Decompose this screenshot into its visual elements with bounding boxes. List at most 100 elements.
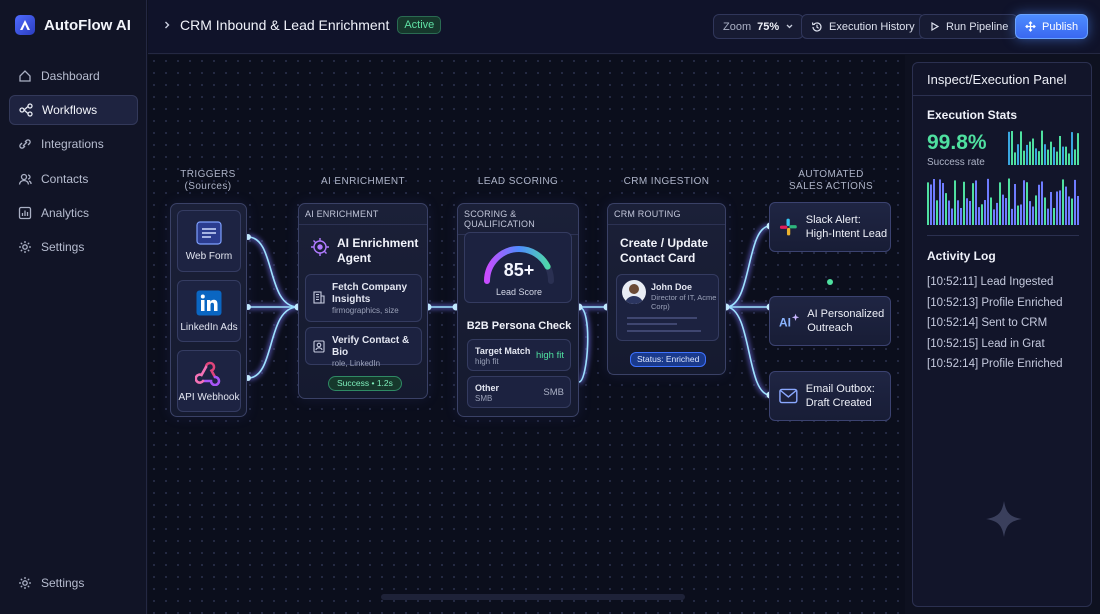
spark-bar [1068, 196, 1070, 225]
persona-row-value: SMB [543, 387, 564, 398]
sidebar-bottom: Settings [9, 568, 138, 602]
persona-row-other[interactable]: Other SMB SMB [467, 376, 571, 408]
sidebar-item-label: Workflows [42, 103, 98, 118]
spark-bar [1047, 149, 1049, 165]
workflow-canvas[interactable]: TRIGGERS (Sources) AI ENRICHMENT LEAD SC… [148, 55, 905, 614]
brand[interactable]: AutoFlow AI [15, 15, 131, 35]
persona-row-value: high fit [536, 350, 564, 361]
top-bar: CRM Inbound & Lead Enrichment Active Zoo… [148, 0, 1100, 54]
persona-row-target-match[interactable]: Target Match high fit high fit [467, 339, 571, 371]
run-pipeline-label: Run Pipeline [946, 20, 1009, 33]
success-rate-value: 99.8% [927, 131, 987, 154]
column-label-actions: AUTOMATED SALES ACTIONS [788, 169, 874, 192]
sidebar-item-label: Dashboard [41, 69, 100, 83]
triggers-node[interactable]: Web Form LinkedIn Ads API Webhook [170, 203, 247, 417]
activity-log-heading: Activity Log [927, 249, 996, 263]
spark-bar [990, 197, 992, 225]
success-rate-label: Success rate [927, 157, 985, 168]
run-pipeline-button[interactable]: Run Pipeline [919, 14, 1019, 39]
log-entry: [10:52:14] Sent to CRM [927, 317, 1048, 330]
trigger-label: LinkedIn Ads [180, 321, 238, 333]
spark-bar [936, 200, 938, 225]
zoom-label: Zoom [723, 20, 752, 33]
avatar [622, 280, 646, 304]
inspect-panel: Inspect/Execution Panel Execution Stats … [912, 62, 1092, 607]
ai-enrichment-node[interactable]: AI ENRICHMENT AI Enrichment Agent Fetch … [298, 203, 428, 399]
gear-icon [19, 240, 31, 253]
spark-bar [993, 209, 995, 225]
sidebar-item-analytics[interactable]: Analytics [9, 198, 138, 228]
spark-bar [1077, 195, 1079, 225]
spark-bar [972, 183, 974, 225]
publish-button[interactable]: Publish [1015, 14, 1089, 39]
spark-bar [939, 179, 941, 225]
spark-bar [1014, 184, 1016, 225]
step-verify-contact[interactable]: Verify Contact & Bio role, LinkedIn [305, 327, 422, 368]
canvas-scrollbar[interactable] [381, 594, 685, 600]
sidebar-item-dashboard[interactable]: Dashboard [9, 61, 138, 91]
spark-bar [963, 181, 965, 225]
trigger-label: Web Form [185, 250, 233, 262]
log-entry: [10:52:11] Lead Ingested [927, 276, 1054, 288]
trigger-label: API Webhook [178, 391, 240, 403]
spark-bar [1029, 141, 1031, 165]
spark-bar [1053, 147, 1055, 165]
action-email-outbox[interactable]: Email Outbox: Draft Created [769, 371, 891, 421]
zoom-select[interactable]: Zoom 75% [713, 14, 805, 39]
trigger-linkedin-ads[interactable]: LinkedIn Ads [177, 280, 241, 342]
spark-bar [954, 180, 956, 225]
action-ai-outreach[interactable]: AI AI Personalized Outreach [769, 296, 891, 346]
action-label: Email Outbox: Draft Created [805, 383, 875, 409]
spark-bar [1068, 153, 1070, 165]
status-badge: Active [397, 16, 442, 34]
spark-bar [951, 208, 953, 225]
sidebar-item-integrations[interactable]: Integrations [9, 129, 138, 159]
play-icon [931, 21, 940, 32]
execution-history-button[interactable]: Execution History [801, 14, 925, 39]
enrichment-title-row: AI Enrichment Agent [309, 236, 419, 266]
sidebar-item-workflows[interactable]: Workflows [9, 95, 138, 126]
contact-card-icon [313, 340, 325, 353]
webhook-icon [195, 361, 221, 386]
workflow-title: CRM Inbound & Lead Enrichment [180, 17, 390, 33]
spark-bar [1077, 133, 1079, 165]
action-label: Slack Alert: High-Intent Lead [805, 214, 888, 240]
sidebar-item-settings-bottom[interactable]: Settings [9, 568, 138, 598]
sidebar-item-settings[interactable]: Settings [9, 232, 138, 262]
spark-bar [1074, 179, 1076, 225]
sparkle-icon [986, 501, 1022, 537]
chevron-down-icon [786, 24, 793, 29]
sidebar-nav: Dashboard Workflows Integrations Contact… [9, 61, 138, 266]
chevron-right-icon[interactable] [162, 20, 172, 30]
zoom-value: 75% [757, 20, 780, 33]
node-header: SCORING & QUALIFICATION [458, 204, 578, 235]
trigger-api-webhook[interactable]: API Webhook [177, 350, 241, 412]
spark-bar [969, 200, 971, 225]
step-subtitle: role, LinkedIn [332, 359, 381, 368]
crm-status-badge: Status: Enriched [630, 352, 707, 367]
lead-score-label: Lead Score [495, 287, 543, 297]
spark-bar [1017, 144, 1019, 165]
node-header: CRM ROUTING [608, 204, 725, 225]
step-fetch-insights[interactable]: Fetch Company Insights firmographics, si… [305, 274, 422, 322]
persona-row-sub: high fit [475, 357, 499, 366]
sidebar-item-label: Contacts [41, 171, 89, 186]
spark-bar [984, 200, 986, 225]
spark-bar [957, 200, 959, 225]
spark-bar [966, 198, 968, 225]
crm-ingestion-node[interactable]: CRM ROUTING Create / Update Contact Card… [607, 203, 726, 375]
dashboard-icon [19, 70, 31, 82]
trigger-web-form[interactable]: Web Form [177, 210, 241, 272]
spark-bar [1071, 132, 1073, 165]
lead-scoring-node[interactable]: SCORING & QUALIFICATION 85+ Lead Score B… [457, 203, 579, 417]
spark-bar [945, 193, 947, 225]
spark-bar [1044, 144, 1046, 165]
autoflow-logo-icon [15, 15, 35, 35]
sidebar-item-contacts[interactable]: Contacts [9, 164, 138, 194]
building-icon [313, 291, 325, 304]
spark-bar [1032, 206, 1034, 225]
action-slack-alert[interactable]: Slack Alert: High-Intent Lead [769, 202, 891, 252]
log-entry: [10:52:13] Profile Enriched [927, 296, 1063, 309]
contact-card[interactable]: John Doe Director of IT, Acme Corp) [616, 274, 719, 341]
spark-bar [1035, 148, 1037, 165]
